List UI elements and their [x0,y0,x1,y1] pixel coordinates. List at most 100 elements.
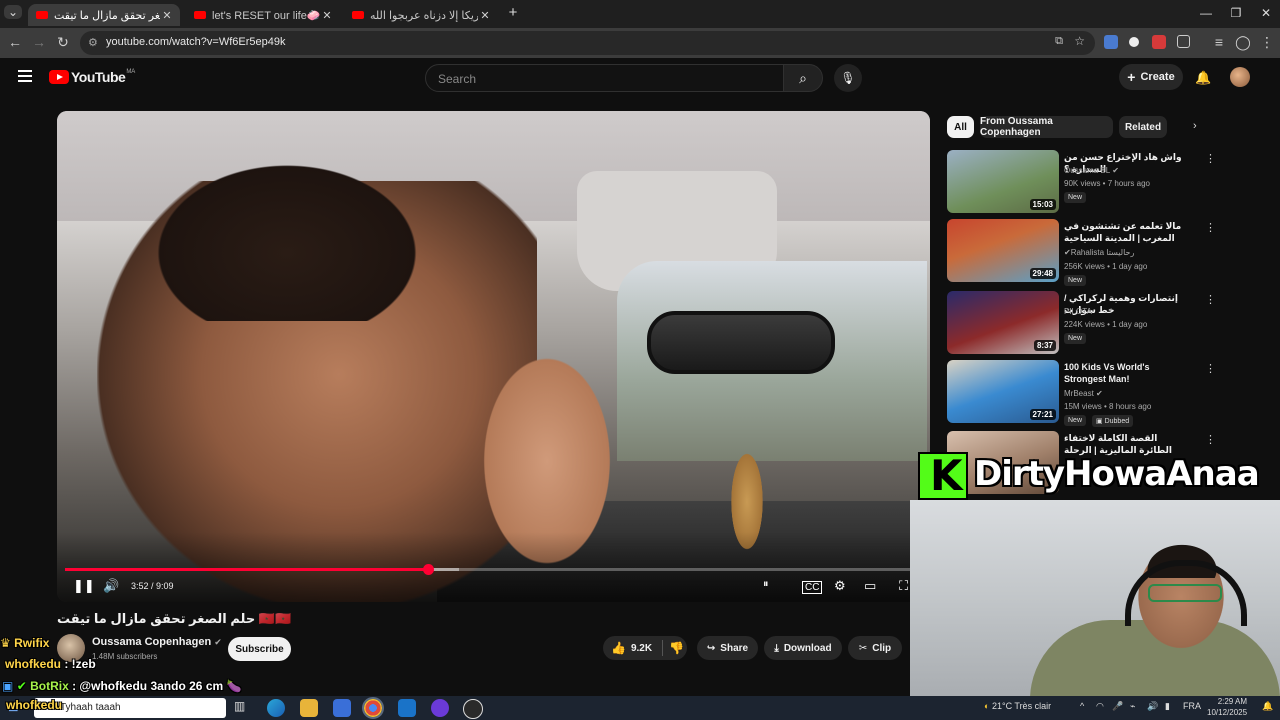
clip-button[interactable]: ✂ Clip [848,636,902,660]
profile-icon[interactable]: ◯ [1234,34,1252,51]
search-button[interactable]: ⌕ [783,64,823,92]
like-button[interactable]: 👍 9.2K [603,641,652,655]
video-player[interactable]: ❚❚ 🔊 3:52 / 9:09 ⏸ CC ⚙ ▭ ⛶ [57,111,930,602]
progress-bar[interactable] [65,564,922,575]
share-button[interactable]: ↪ Share [697,636,758,660]
autoplay-toggle[interactable]: ⏸ [763,578,769,591]
bookmark-star-icon[interactable]: ☆ [1074,34,1085,48]
account-avatar[interactable] [1230,67,1250,87]
adblock-extension-icon[interactable] [1152,35,1166,49]
recommendation-item[interactable]: 29:48 مالا تعلمه عن تشتشون في المغرب | ا… [947,219,1272,286]
more-options-icon[interactable]: ⋮ [1205,152,1216,165]
recommendation-item[interactable]: 15:03 واش هاد الإختراع حسن من السدارة ؟ … [947,150,1272,216]
restore-icon[interactable]: ❐ [1226,6,1246,20]
recommendation-channel[interactable]: ✔Rahalista رحاليستا [1064,248,1134,257]
voice-search-button[interactable]: 🎙 [834,64,862,92]
recommendation-item[interactable]: 8:37 إنتصارات وهمية لركراكي / خط سوارت P… [947,291,1272,357]
tab-3[interactable]: منتخب أمريكا إلا دزناه عربجوا الله ✕ [344,4,498,26]
extensions-puzzle-icon[interactable] [1177,35,1190,48]
recommendation-title[interactable]: مالا تعلمه عن تشتشون في المغرب | المدينة… [1064,220,1192,244]
verified-badge-icon: ✔ [16,679,27,693]
more-options-icon[interactable]: ⋮ [1205,293,1216,306]
chip-all[interactable]: All [947,116,974,138]
minimize-icon[interactable]: — [1196,6,1216,20]
chevron-right-icon[interactable]: › [1193,120,1197,132]
volume-button[interactable]: 🔊 [103,578,119,594]
close-tab-icon[interactable]: ✕ [320,9,334,22]
network-icon[interactable]: ⌁ [1130,701,1135,712]
captions-button[interactable]: CC [802,581,823,594]
channel-name[interactable]: Oussama Copenhagen ✔ [92,636,222,648]
address-bar[interactable]: ⚙ youtube.com/watch?v=Wf6Er5ep49k ⧉ ☆ [80,31,1095,55]
recommendation-channel[interactable]: MrBeast ✔ [1064,389,1103,398]
recommendation-channel[interactable]: PILOTA [1064,307,1092,316]
settings-button[interactable]: ⚙ [834,578,846,594]
close-tab-icon[interactable]: ✕ [160,9,174,22]
microsoft-store-icon[interactable] [333,699,351,717]
subscribe-button[interactable]: Subscribe [228,637,291,661]
new-tab-button[interactable]: + [503,4,523,21]
close-tab-icon[interactable]: ✕ [478,9,492,22]
video-thumbnail[interactable]: 8:37 [947,291,1059,354]
fullscreen-button[interactable]: ⛶ [899,578,908,594]
video-thumbnail[interactable]: 27:21 [947,360,1059,423]
search-input[interactable] [436,71,770,87]
scrubber-handle[interactable] [422,564,434,575]
taskbar-search-box[interactable]: Tyhaah taaah [34,698,226,718]
cast-icon[interactable]: ⧉ [1055,35,1063,48]
close-window-icon[interactable]: ✕ [1256,6,1276,20]
site-info-icon[interactable]: ⚙ [88,36,98,49]
notification-center-icon[interactable]: 🔔 [1262,701,1273,712]
mic-tray-icon[interactable]: 🎤 [1112,701,1123,712]
more-options-icon[interactable]: ⋮ [1205,362,1216,375]
menu-icon[interactable] [18,70,32,85]
browser-menu-icon[interactable]: ⋮ [1258,34,1276,51]
back-icon[interactable]: ← [6,34,24,50]
discord-icon[interactable] [431,699,449,717]
battery-icon[interactable]: ▮ [1165,701,1170,712]
subscriber-count: 1.48M subscribers [92,652,158,661]
weather-text: 21°C Très clair [991,701,1052,711]
reload-icon[interactable]: ↻ [54,34,72,51]
video-thumbnail[interactable]: 29:48 [947,219,1059,282]
channel-name-text: Oussama Copenhagen [92,636,212,648]
more-options-icon[interactable]: ⋮ [1205,433,1216,446]
download-button[interactable]: ⤓ Download [764,636,842,660]
duration-badge: 15:03 [1029,199,1056,210]
divider [662,640,664,656]
media-controls-icon[interactable]: ≡ [1210,34,1228,50]
obs-icon[interactable] [463,699,483,719]
chip-related[interactable]: Related [1119,116,1167,138]
tab-2[interactable]: let's RESET our life🧼🫧 البرد| ✕ [186,4,340,26]
scissors-icon: ✂ [858,642,868,654]
extension-icon[interactable] [1129,37,1139,47]
recommendation-channel[interactable]: Oussama BL ✔ [1064,166,1119,175]
translate-extension-icon[interactable] [1104,35,1118,49]
theater-mode-button[interactable]: ▭ [864,578,876,594]
task-view-icon[interactable]: ▥ [234,699,252,717]
speaker-icon[interactable]: 🔊 [1147,701,1158,712]
pause-button[interactable]: ❚❚ [73,578,95,594]
tray-overflow-icon[interactable]: ^ [1080,701,1084,711]
language-indicator[interactable]: FRA [1183,701,1201,711]
chip-from-channel[interactable]: From Oussama Copenhagen [980,116,1113,138]
recommendation-title[interactable]: 100 Kids Vs World's Strongest Man! [1064,361,1192,385]
weather-widget[interactable]: ◐ 21°C Très clair [984,701,1051,711]
more-options-icon[interactable]: ⋮ [1205,221,1216,234]
recommendation-item[interactable]: 27:21 100 Kids Vs World's Strongest Man!… [947,360,1272,427]
create-button[interactable]: + Create [1119,64,1183,90]
wifi-icon[interactable]: ◠ [1096,701,1104,712]
duration-badge: 8:37 [1033,340,1056,351]
tab-active[interactable]: حلم الصغر تحقق مازال ما تيقت ✕ [28,4,180,26]
clock[interactable]: 2:29 AM 10/12/2025 [1207,696,1247,718]
tab-search-icon[interactable]: ⌄ [4,5,22,19]
outlook-icon[interactable] [398,699,416,717]
forward-icon[interactable]: → [30,34,48,50]
edge-browser-icon[interactable] [267,699,285,717]
notifications-bell-icon[interactable]: 🔔 [1195,70,1211,86]
video-thumbnail[interactable]: 15:03 [947,150,1059,213]
chrome-icon[interactable] [362,697,384,719]
youtube-logo[interactable]: YouTube MA [49,69,135,85]
file-explorer-icon[interactable] [300,699,318,717]
dislike-button[interactable]: 👎 [669,641,684,655]
